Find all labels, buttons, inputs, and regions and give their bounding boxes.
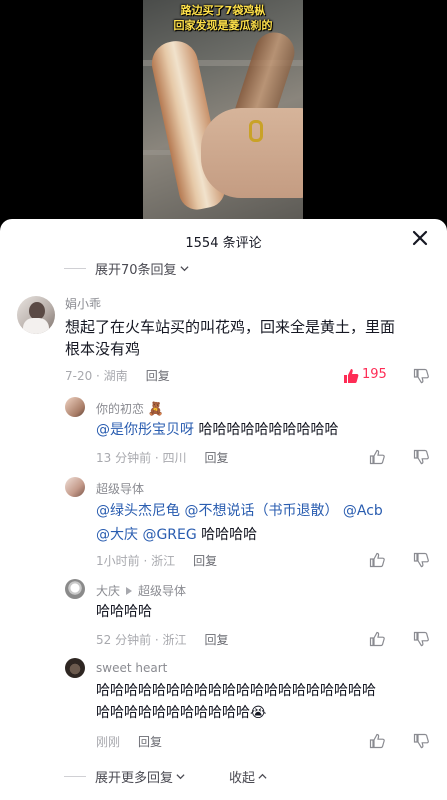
video-caption-line2: 回家发现是菱瓜刹的 <box>173 19 273 32</box>
dislike-icon[interactable] <box>413 631 429 647</box>
reply-text-line1: 哈哈哈哈哈哈哈哈哈哈哈哈哈哈哈哈哈哈哈哈 <box>96 683 376 699</box>
mention-link[interactable]: @是你彤宝贝呀 <box>96 422 194 438</box>
bear-icon: 🧸 <box>147 402 165 417</box>
reply-author[interactable]: sweet heart <box>96 661 167 675</box>
comment-meta: 7-20 · 湖南 回复 <box>65 367 170 384</box>
reply-text: @绿头杰尼龟 @不想说话（书币退散） @Acb @大庆 @GREG 哈哈哈哈 <box>96 499 436 547</box>
divider-line <box>64 268 86 269</box>
reply-button[interactable]: 回复 <box>205 449 229 466</box>
video-caption-line1: 路边买了7袋鸡枞 <box>180 4 266 17</box>
sheet-header: 1554 条评论 <box>0 219 447 263</box>
avatar[interactable] <box>65 477 85 497</box>
reply-time-location: 刚刚 <box>96 735 121 749</box>
chevron-down-icon <box>180 266 189 272</box>
mention-link[interactable]: @绿头杰尼龟 <box>96 503 180 519</box>
reply-text-body: 哈哈哈哈哈哈哈哈哈哈 <box>194 422 339 438</box>
reply-button[interactable]: 回复 <box>205 631 229 648</box>
chevron-up-icon <box>258 773 267 779</box>
reply-author[interactable]: 大庆 超级导体 <box>96 582 186 599</box>
reply-to-name[interactable]: 超级导体 <box>138 582 186 599</box>
divider-line <box>64 776 86 777</box>
collapse-replies-button[interactable]: 收起 <box>229 767 267 786</box>
avatar[interactable] <box>17 296 55 334</box>
expand-more-replies-button[interactable]: 展开更多回复 <box>64 767 185 786</box>
reply-meta: 刚刚 回复 <box>96 733 162 750</box>
reply-time-location: 52 分钟前 · 浙江 <box>96 633 187 647</box>
reply-author-name: 你的初恋 <box>96 402 145 416</box>
avatar[interactable] <box>65 579 85 599</box>
reply-meta: 13 分钟前 · 四川 回复 <box>96 449 229 466</box>
reply-button[interactable]: 回复 <box>146 367 170 384</box>
reply-meta: 1小时前 · 浙江 回复 <box>96 552 217 569</box>
reply-text: @是你彤宝贝呀 哈哈哈哈哈哈哈哈哈哈 <box>96 419 338 441</box>
reply-author-name: 大庆 <box>96 584 121 598</box>
comment-text-line1: 想起了在火车站买的叫花鸡，回来全是黄土，里面 <box>65 318 396 336</box>
expand-replies-button[interactable]: 展开70条回复 <box>64 259 189 278</box>
close-icon[interactable] <box>411 229 429 247</box>
chevron-down-icon <box>176 774 185 780</box>
reply-meta: 52 分钟前 · 浙江 回复 <box>96 631 229 648</box>
reply-button[interactable]: 回复 <box>193 552 217 569</box>
comment-count-title: 1554 条评论 <box>185 236 262 251</box>
like-icon[interactable] <box>369 552 385 568</box>
like-icon-active[interactable] <box>343 368 359 384</box>
comment-sheet: 1554 条评论 展开70条回复 娟小乖 想起了在火车站买的叫花鸡，回来全是黄土… <box>0 219 447 800</box>
dislike-icon[interactable] <box>413 552 429 568</box>
crying-emoji-icon: 😭 <box>250 705 267 721</box>
expand-more-label: 展开更多回复 <box>95 771 174 786</box>
video-player[interactable]: 路边买了7袋鸡枞 回家发现是菱瓜刹的 <box>0 0 447 222</box>
mention-link[interactable]: @GREG <box>142 527 196 543</box>
reply-author[interactable]: 超级导体 <box>96 480 144 497</box>
reply-arrow-icon <box>126 586 133 595</box>
video-frame: 路边买了7袋鸡枞 回家发现是菱瓜刹的 <box>143 0 303 222</box>
avatar[interactable] <box>65 397 85 417</box>
comment-author[interactable]: 娟小乖 <box>65 295 101 312</box>
like-icon[interactable] <box>369 631 385 647</box>
video-ring <box>249 120 263 142</box>
collapse-label: 收起 <box>229 771 256 786</box>
reply-button[interactable]: 回复 <box>138 733 162 750</box>
avatar[interactable] <box>65 658 85 678</box>
comment-time-location: 7-20 · 湖南 <box>65 369 128 383</box>
like-count: 195 <box>362 367 387 382</box>
dislike-icon[interactable] <box>413 368 429 384</box>
mention-link[interactable]: @Acb <box>343 503 383 519</box>
mention-link[interactable]: @大庆 <box>96 527 138 543</box>
mention-link[interactable]: @不想说话（书币退散） <box>184 503 338 519</box>
dislike-icon[interactable] <box>413 733 429 749</box>
reply-text-body: 哈哈哈哈哈哈哈哈哈哈哈 <box>96 705 250 721</box>
reply-author[interactable]: 你的初恋 🧸 <box>96 400 164 417</box>
reply-text-body: 哈哈哈哈 <box>196 527 258 543</box>
expand-replies-label: 展开70条回复 <box>95 263 177 278</box>
comment-text-line2: 根本没有鸡 <box>65 340 141 358</box>
like-icon[interactable] <box>369 733 385 749</box>
reply-text-line2: 哈哈哈哈哈哈哈哈哈哈哈😭 <box>96 702 266 724</box>
like-icon[interactable] <box>369 449 385 465</box>
reply-time-location: 1小时前 · 浙江 <box>96 554 176 568</box>
dislike-icon[interactable] <box>413 449 429 465</box>
reply-text: 哈哈哈哈 <box>96 604 152 620</box>
reply-time-location: 13 分钟前 · 四川 <box>96 451 187 465</box>
